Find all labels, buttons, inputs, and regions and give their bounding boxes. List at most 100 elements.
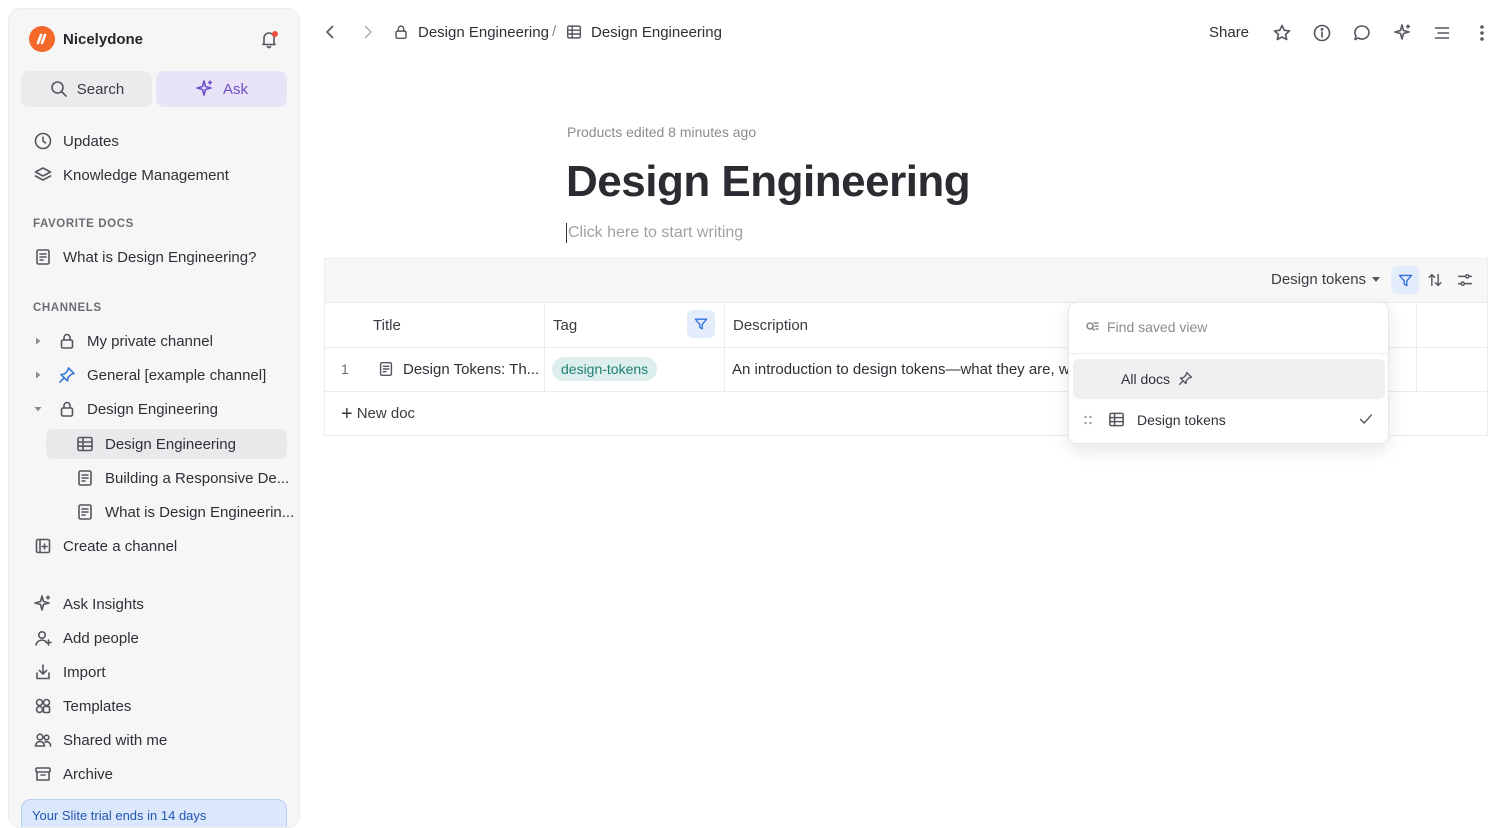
sidebar-channel-design-engineering[interactable]: Design Engineering xyxy=(33,395,218,423)
channels-heading: CHANNELS xyxy=(33,302,102,314)
find-saved-view-input[interactable]: Find saved view xyxy=(1085,319,1207,335)
table-icon xyxy=(1109,412,1124,427)
lock-icon xyxy=(60,333,74,349)
plus-icon: + xyxy=(341,402,353,425)
sparkle-icon xyxy=(196,80,213,96)
sidebar-item-import[interactable]: Import xyxy=(33,658,106,686)
share-button[interactable]: Share xyxy=(1209,24,1249,41)
sidebar-item-label: Create a channel xyxy=(63,537,178,555)
find-saved-view-placeholder: Find saved view xyxy=(1107,319,1208,335)
ai-sparkle-icon[interactable] xyxy=(1393,23,1413,43)
layers-icon xyxy=(34,167,52,181)
sidebar-item-updates[interactable]: Updates xyxy=(33,127,119,155)
sidebar-item-label: Building a Responsive De... xyxy=(105,469,290,487)
sidebar-channel-general[interactable]: General [example channel] xyxy=(33,361,266,389)
page-title[interactable]: Design Engineering xyxy=(566,157,971,207)
row-title-text: Design Tokens: Th... xyxy=(403,360,540,378)
document-icon xyxy=(78,470,92,486)
sidebar-item-label: General [example channel] xyxy=(87,366,267,384)
import-icon xyxy=(36,664,50,680)
outline-icon[interactable] xyxy=(1432,23,1452,43)
saved-view-all-docs[interactable]: All docs xyxy=(1073,359,1385,399)
sidebar-item-favorite-doc[interactable]: What is Design Engineering? xyxy=(33,243,256,271)
star-icon[interactable] xyxy=(1272,23,1292,43)
breadcrumb-channel[interactable]: Design Engineering xyxy=(392,23,549,41)
create-channel-icon xyxy=(35,538,51,554)
ask-label: Ask xyxy=(222,80,248,98)
saved-view-label: Design tokens xyxy=(1271,271,1367,288)
lock-icon xyxy=(395,25,407,40)
sidebar-item-label: Ask Insights xyxy=(63,595,144,613)
sidebar-item-label: Archive xyxy=(63,765,114,783)
checkmark-icon xyxy=(1359,414,1373,424)
sparkle-icon xyxy=(34,595,51,611)
user-plus-icon xyxy=(35,630,52,646)
sidebar-item-label: Design Engineering xyxy=(87,400,218,418)
workspace-switcher[interactable]: Nicelydone xyxy=(29,26,143,52)
sidebar-item-design-engineering-table[interactable]: Design Engineering xyxy=(75,430,236,458)
saved-view-label: Design tokens xyxy=(1137,412,1226,428)
sidebar-item-knowledge-management[interactable]: Knowledge Management xyxy=(33,161,229,189)
search-icon xyxy=(50,81,67,97)
dropdown-divider xyxy=(1069,353,1388,354)
sidebar-item-label: Templates xyxy=(63,697,132,715)
sort-icon[interactable] xyxy=(1426,271,1444,289)
workspace-logo-icon xyxy=(29,26,55,52)
column-header-tag[interactable]: Tag xyxy=(553,317,577,334)
sidebar-item-label: Knowledge Management xyxy=(63,166,229,184)
column-header-description[interactable]: Description xyxy=(733,317,808,334)
dropdown-caret-icon xyxy=(1372,277,1381,282)
sidebar-item-shared-with-me[interactable]: Shared with me xyxy=(33,726,167,754)
search-button[interactable]: Search xyxy=(21,71,152,107)
back-arrow-icon[interactable] xyxy=(320,22,340,42)
workspace-name: Nicelydone xyxy=(63,30,144,48)
doc-body-placeholder[interactable]: Click here to start writing xyxy=(566,223,743,243)
new-doc-button[interactable]: + New doc xyxy=(341,402,416,425)
document-icon xyxy=(379,361,393,377)
sidebar-item-label: Add people xyxy=(63,629,139,647)
lock-icon xyxy=(60,401,74,417)
info-icon[interactable] xyxy=(1312,23,1332,43)
row-description[interactable]: An introduction to design tokens—what th… xyxy=(732,361,1068,378)
sidebar-item-ask-insights[interactable]: Ask Insights xyxy=(33,590,144,618)
sidebar-item-templates[interactable]: Templates xyxy=(33,692,131,720)
breadcrumb-channel-label: Design Engineering xyxy=(418,23,549,41)
sidebar-channel-my-private-channel[interactable]: My private channel xyxy=(33,327,213,355)
sidebar-item-label: My private channel xyxy=(87,332,213,350)
search-label: Search xyxy=(76,80,125,98)
search-list-icon xyxy=(1086,322,1099,331)
users-icon xyxy=(34,733,52,747)
saved-view-selector[interactable]: Design tokens xyxy=(1271,271,1381,288)
sidebar-item-what-is-design-engineering[interactable]: What is Design Engineerin... xyxy=(75,498,294,526)
caret-down-icon[interactable] xyxy=(33,404,43,414)
pin-icon[interactable] xyxy=(1177,370,1194,387)
caret-right-icon[interactable] xyxy=(33,336,43,346)
drag-handle-icon[interactable] xyxy=(1083,414,1093,426)
table-icon xyxy=(77,436,93,452)
comment-icon[interactable] xyxy=(1352,23,1372,43)
column-header-title[interactable]: Title xyxy=(373,317,401,334)
sidebar-item-add-people[interactable]: Add people xyxy=(33,624,139,652)
saved-views-dropdown: Find saved view All docs Design tokens xyxy=(1068,302,1389,444)
breadcrumb-page[interactable]: Design Engineering xyxy=(565,23,722,41)
forward-arrow-icon[interactable] xyxy=(358,22,378,42)
new-doc-label: New doc xyxy=(356,405,416,422)
view-settings-icon[interactable] xyxy=(1456,271,1474,289)
tag-badge[interactable]: design-tokens xyxy=(552,357,658,381)
document-icon xyxy=(36,249,50,265)
row-number: 1 xyxy=(341,361,349,377)
saved-view-design-tokens[interactable]: Design tokens xyxy=(1073,403,1385,439)
tag-filter-button[interactable] xyxy=(687,310,715,338)
create-channel-button[interactable]: Create a channel xyxy=(33,532,177,560)
caret-right-icon[interactable] xyxy=(33,370,43,380)
document-icon xyxy=(78,504,92,520)
sidebar-item-building-responsive[interactable]: Building a Responsive De... xyxy=(75,464,289,492)
more-options-icon[interactable] xyxy=(1472,23,1492,43)
sidebar-item-archive[interactable]: Archive xyxy=(33,760,113,788)
sidebar-item-label: Shared with me xyxy=(63,731,168,749)
favorite-docs-heading: FAVORITE DOCS xyxy=(33,218,134,230)
table-row-title[interactable]: Design Tokens: Th... xyxy=(377,360,539,378)
ask-button[interactable]: Ask xyxy=(156,71,287,107)
filter-button[interactable] xyxy=(1391,266,1419,294)
filter-icon xyxy=(694,318,708,330)
